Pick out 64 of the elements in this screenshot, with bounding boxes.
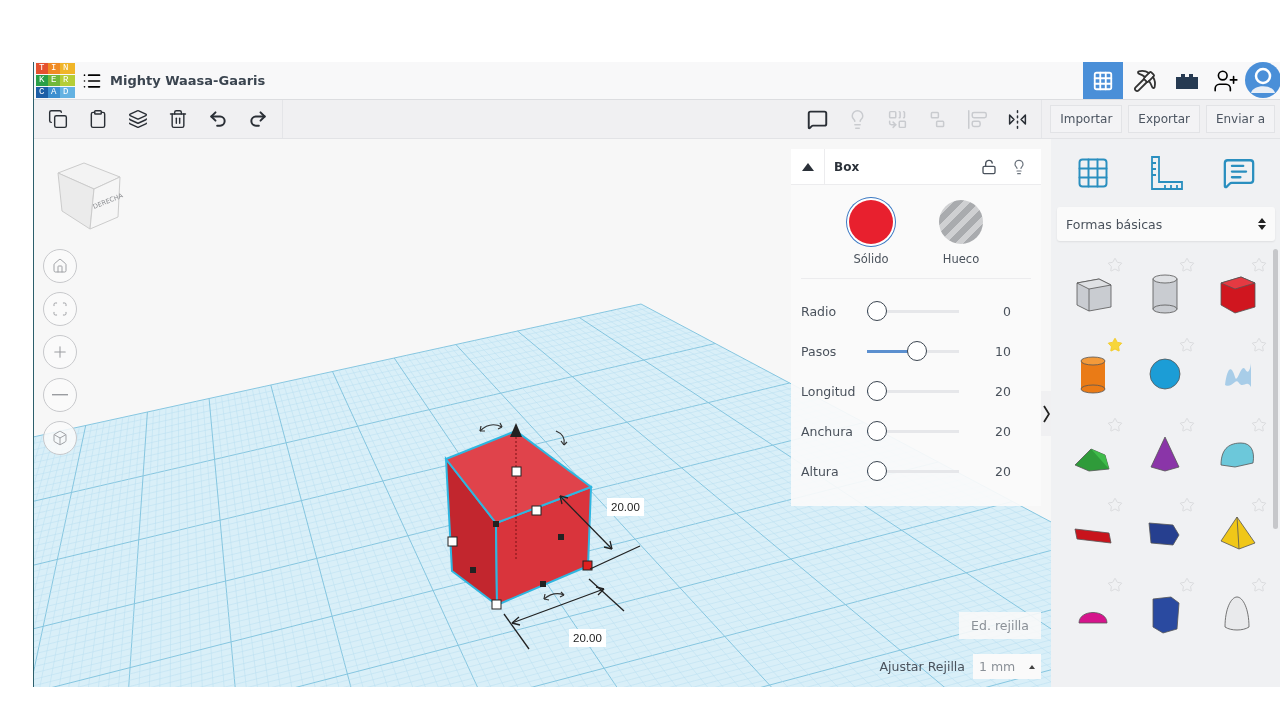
slider[interactable] [867,301,959,321]
panel-toggle-button[interactable] [1041,391,1051,436]
parameter-value: 20 [995,463,1011,479]
grid-icon [1092,69,1114,92]
add-user-icon[interactable] [1213,67,1239,94]
lightbulb-icon[interactable] [1011,158,1027,175]
dimension-label[interactable]: 20.00 [607,498,644,516]
paste-icon [88,109,108,129]
slider[interactable] [867,341,959,361]
caret-icon [1029,664,1035,669]
slider[interactable] [867,461,959,481]
slider-thumb[interactable] [906,341,927,361]
parameter-label: Radio [801,303,838,319]
slider[interactable] [867,421,959,441]
toolbar-button[interactable]: Importar [1050,105,1123,133]
align-icon [966,108,988,130]
speech-bubble-icon [806,108,828,130]
sort-arrows-icon [1258,218,1266,230]
shape-name: Box [834,159,861,174]
parameter-value: 10 [995,343,1011,359]
slider-thumb[interactable] [867,301,887,321]
shape-category-select[interactable]: Formas básicas [1057,207,1275,241]
parameter-label: Longitud [801,383,857,399]
design-title: Mighty Waasa-Gaaris [110,73,266,88]
rotate-arrow-icon[interactable] [555,430,568,446]
mode-option[interactable]: Sólido [837,200,905,266]
chevron-icon [1042,404,1050,423]
copy-icon [48,109,68,129]
slider-thumb[interactable] [867,421,887,441]
parameter-label: Anchura [801,423,854,439]
parameter-value: 0 [1003,303,1011,319]
pickaxe-icon [1133,68,1157,93]
parameter-label: Altura [801,463,840,479]
caret-icon [801,162,814,171]
mirror-icon [1006,108,1028,130]
trash-icon [168,109,188,129]
note-icon [1221,156,1256,190]
parameter-value: 20 [995,383,1011,399]
brick-icon [1174,71,1200,90]
zoom-in-icon [51,343,69,361]
toolbar-button[interactable]: Enviar a [1205,105,1275,133]
home-icon [52,258,68,274]
slider-thumb[interactable] [867,461,887,481]
slider-thumb[interactable] [867,381,887,401]
group-icon [886,108,908,130]
undo-icon [208,109,228,129]
redo-icon [248,109,268,129]
cube-drawing[interactable] [444,423,594,610]
fit-view-icon [52,301,68,317]
dimension-label[interactable]: 20.00 [569,629,606,647]
mode-option[interactable]: Hueco [927,200,995,266]
toolbar-button[interactable]: Exportar [1128,105,1200,133]
parameter-label: Pasos [801,343,838,359]
duplicate-icon [128,109,148,129]
perspective-button[interactable] [43,421,77,455]
favorite-star-icon[interactable] [1107,337,1123,353]
cube-icon [52,430,68,446]
parameter-value: 20 [995,423,1011,439]
slider[interactable] [867,381,959,401]
rotate-arrow-icon[interactable] [543,591,565,601]
unlock-icon[interactable] [981,158,997,175]
snap-grid-label: Ajustar Rejilla [879,659,965,674]
rotate-arrow-icon[interactable] [479,422,503,432]
ruler-icon [1148,155,1184,191]
